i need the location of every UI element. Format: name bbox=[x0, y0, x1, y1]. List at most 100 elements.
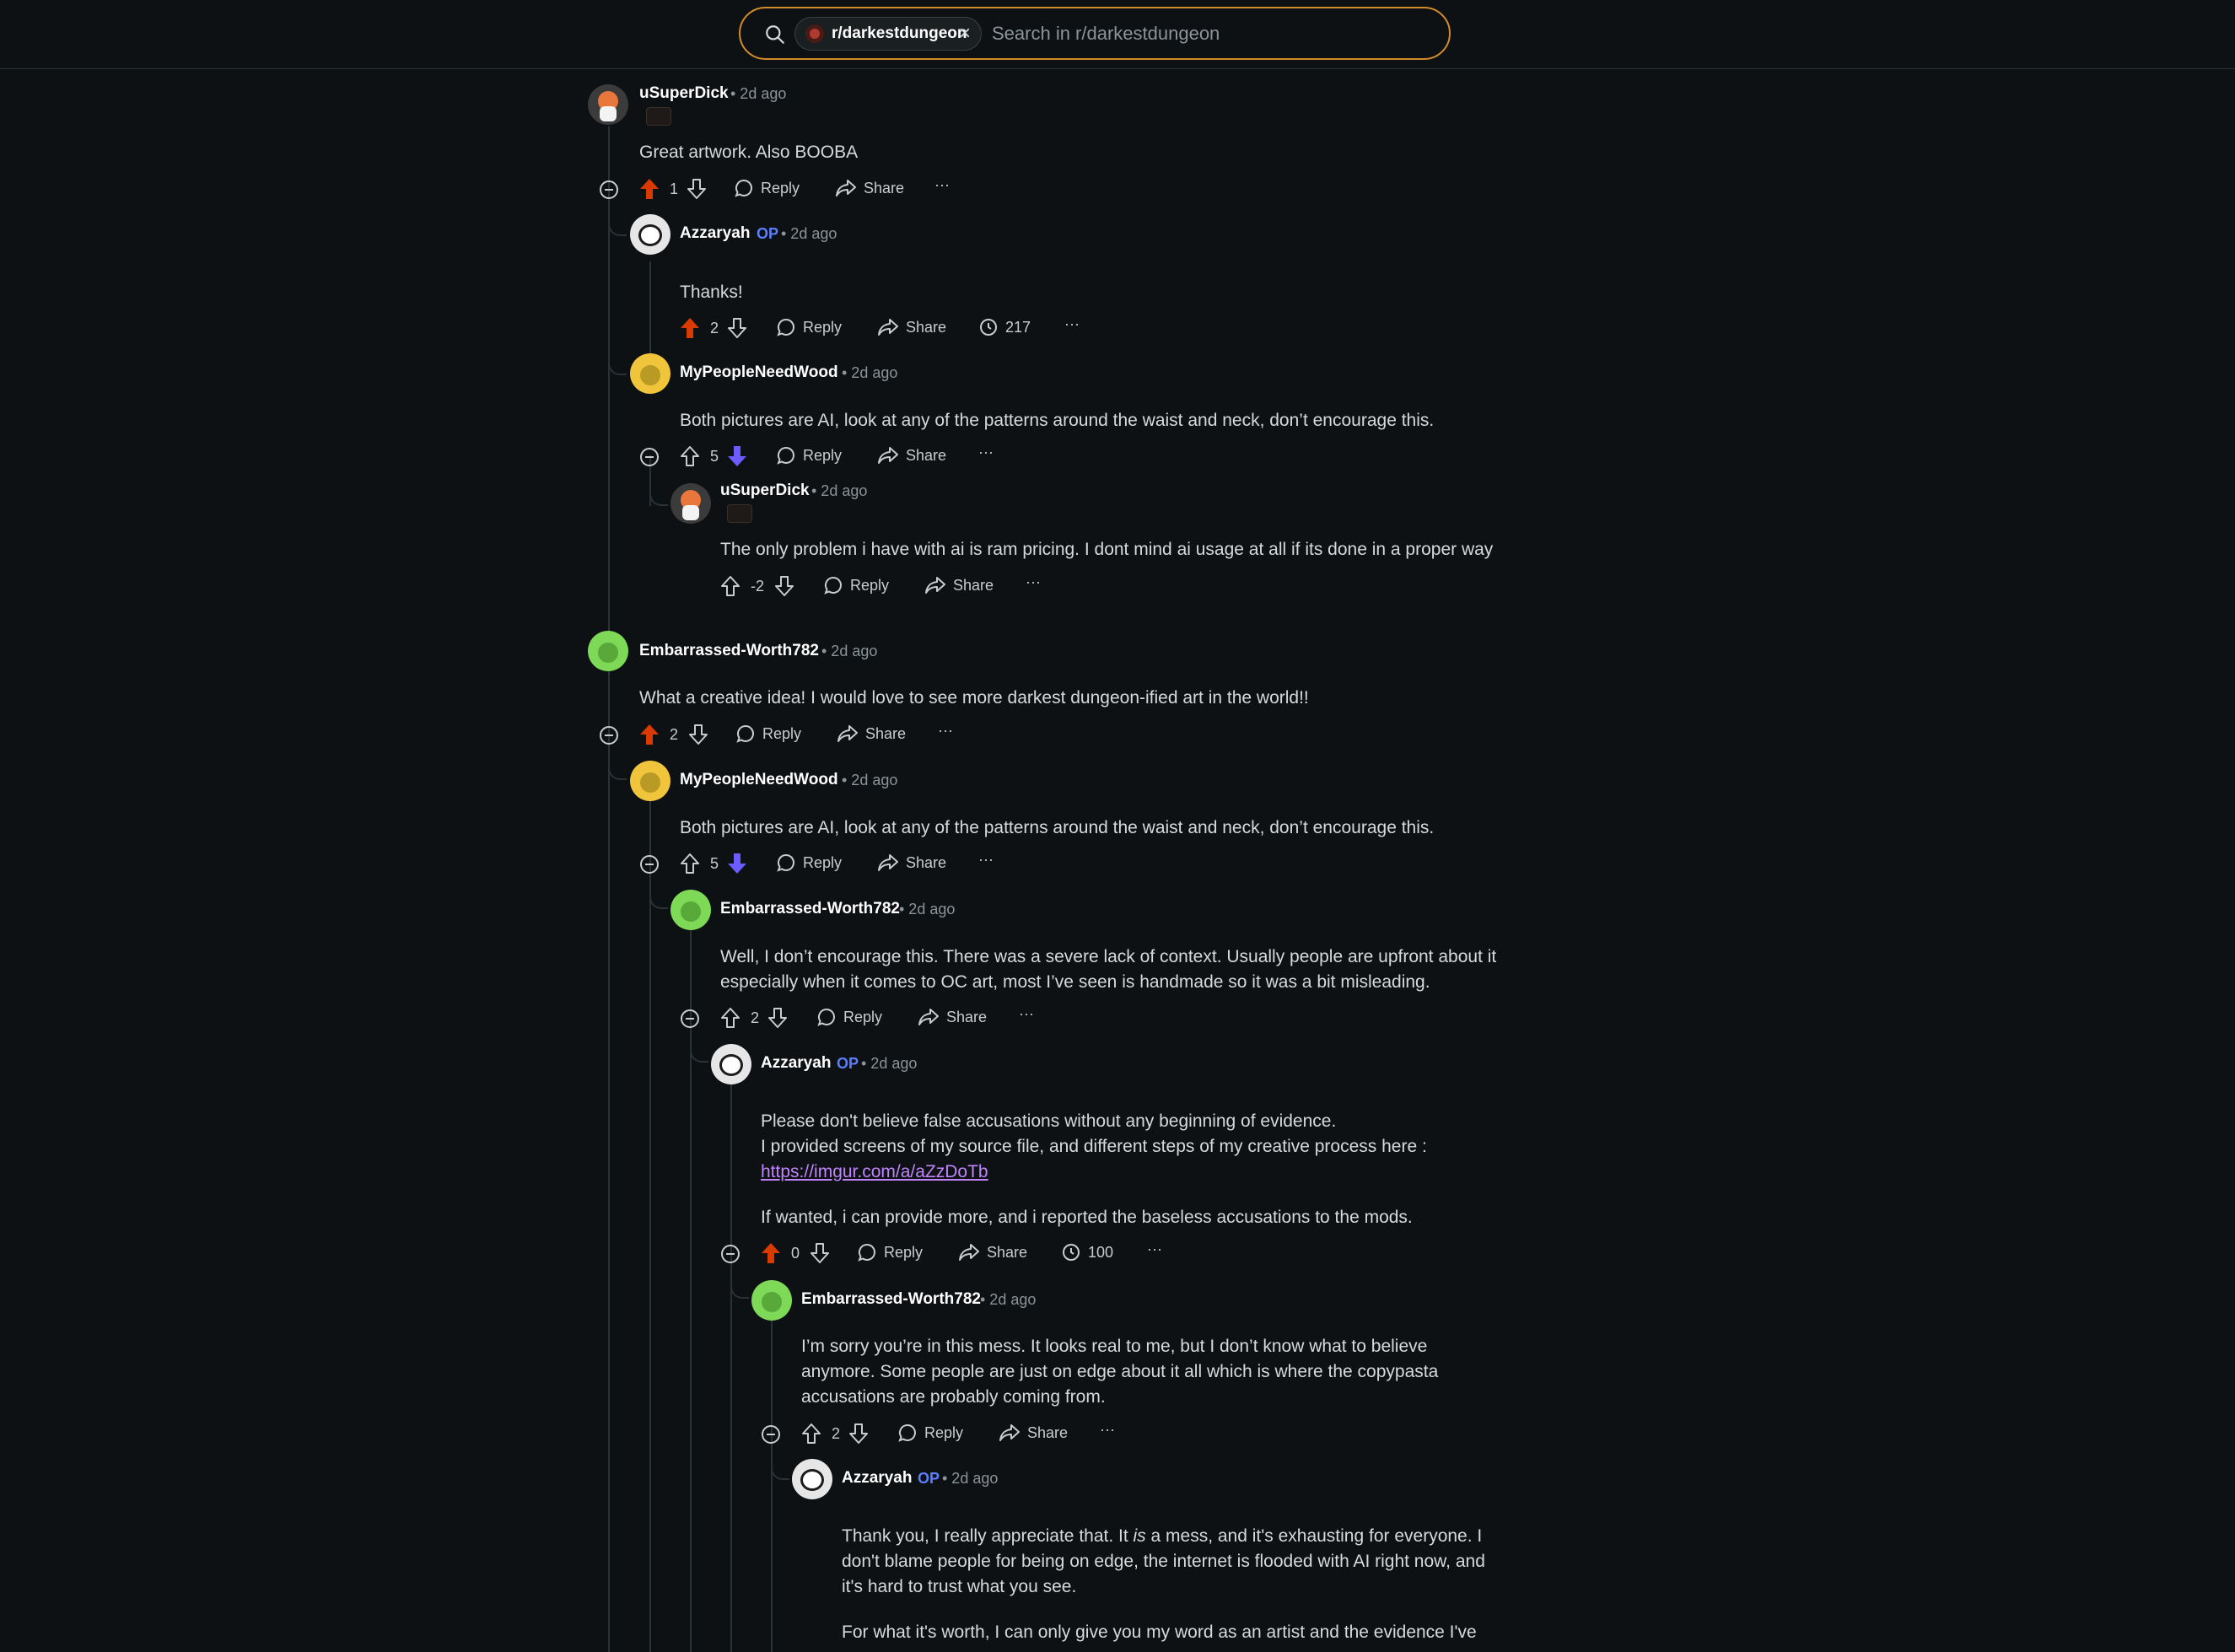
vote-count: 5 bbox=[710, 448, 719, 465]
thread-elbow bbox=[608, 211, 627, 236]
collapse-icon[interactable] bbox=[721, 1245, 740, 1263]
upvote-icon[interactable] bbox=[639, 724, 660, 745]
collapse-icon[interactable] bbox=[600, 726, 618, 745]
collapse-icon[interactable] bbox=[681, 1009, 699, 1028]
avatar[interactable] bbox=[630, 353, 670, 394]
close-icon[interactable]: × bbox=[956, 24, 974, 44]
downvote-icon[interactable] bbox=[688, 724, 708, 745]
timestamp[interactable]: • 2d ago bbox=[842, 772, 897, 789]
more-options-button[interactable]: ··· bbox=[1147, 1240, 1162, 1258]
username[interactable]: MyPeopleNeedWood bbox=[680, 771, 838, 789]
username[interactable]: Azzaryah bbox=[680, 224, 750, 243]
timestamp[interactable]: • 2d ago bbox=[980, 1291, 1036, 1309]
comment-body-line: I provided screens of my source file, an… bbox=[761, 1137, 1427, 1156]
reply-button[interactable]: Reply bbox=[735, 724, 801, 744]
timestamp[interactable]: • 2d ago bbox=[899, 901, 955, 918]
comment-body-line: https://imgur.com/a/aZzDoTb bbox=[761, 1160, 988, 1185]
username[interactable]: Embarrassed-Worth782 bbox=[639, 642, 819, 660]
comment-icon bbox=[777, 318, 794, 336]
share-button[interactable]: Share bbox=[837, 724, 906, 744]
share-button[interactable]: Share bbox=[877, 317, 946, 337]
collapse-icon[interactable] bbox=[762, 1425, 780, 1444]
more-options-button[interactable]: ··· bbox=[1064, 315, 1080, 333]
downvote-icon[interactable] bbox=[687, 178, 707, 200]
timestamp[interactable]: • 2d ago bbox=[821, 643, 877, 660]
downvote-icon[interactable] bbox=[848, 1423, 869, 1445]
share-button[interactable]: Share bbox=[877, 445, 946, 465]
timestamp[interactable]: • 2d ago bbox=[781, 225, 837, 243]
upvote-icon[interactable] bbox=[680, 317, 700, 339]
username[interactable]: Azzaryah bbox=[761, 1054, 831, 1073]
more-options-button[interactable]: ··· bbox=[938, 722, 953, 740]
insights-button[interactable]: 217 bbox=[978, 317, 1031, 337]
share-label: Share bbox=[906, 446, 947, 464]
username[interactable]: Embarrassed-Worth782 bbox=[720, 900, 900, 918]
share-button[interactable]: Share bbox=[877, 853, 946, 873]
username[interactable]: Embarrassed-Worth782 bbox=[801, 1290, 981, 1309]
downvote-icon[interactable] bbox=[810, 1242, 830, 1264]
downvote-icon[interactable] bbox=[774, 575, 794, 597]
collapse-icon[interactable] bbox=[600, 180, 618, 199]
upvote-icon[interactable] bbox=[720, 1007, 741, 1029]
more-icon: ··· bbox=[1026, 573, 1041, 590]
downvote-icon[interactable] bbox=[767, 1007, 788, 1029]
share-button[interactable]: Share bbox=[918, 1007, 987, 1027]
timestamp[interactable]: • 2d ago bbox=[861, 1055, 917, 1073]
username[interactable]: uSuperDick bbox=[720, 482, 810, 500]
upvote-icon[interactable] bbox=[720, 575, 741, 597]
avatar[interactable] bbox=[751, 1280, 792, 1321]
reply-button[interactable]: Reply bbox=[823, 575, 889, 595]
avatar[interactable] bbox=[588, 631, 628, 671]
more-options-button[interactable]: ··· bbox=[978, 444, 994, 461]
share-button[interactable]: Share bbox=[924, 575, 994, 595]
reply-button[interactable]: Reply bbox=[734, 178, 800, 198]
more-options-button[interactable]: ··· bbox=[934, 176, 950, 194]
reply-button[interactable]: Reply bbox=[897, 1423, 963, 1443]
search-input[interactable]: Search in r/darkestdungeon bbox=[992, 23, 1220, 45]
share-button[interactable]: Share bbox=[958, 1242, 1027, 1262]
username[interactable]: MyPeopleNeedWood bbox=[680, 363, 838, 382]
avatar[interactable] bbox=[792, 1459, 832, 1499]
reply-button[interactable]: Reply bbox=[776, 317, 842, 337]
more-options-button[interactable]: ··· bbox=[1026, 573, 1041, 591]
imgur-link[interactable]: https://imgur.com/a/aZzDoTb bbox=[761, 1162, 988, 1181]
reply-button[interactable]: Reply bbox=[776, 445, 842, 465]
username[interactable]: uSuperDick bbox=[639, 84, 729, 103]
more-options-button[interactable]: ··· bbox=[978, 851, 994, 869]
reply-button[interactable]: Reply bbox=[816, 1007, 882, 1027]
share-button[interactable]: Share bbox=[999, 1423, 1068, 1443]
insights-button[interactable]: 100 bbox=[1061, 1242, 1113, 1262]
timestamp[interactable]: • 2d ago bbox=[942, 1470, 998, 1488]
comment-body-line: accusations are probably coming from. bbox=[801, 1387, 1106, 1407]
share-button[interactable]: Share bbox=[835, 178, 904, 198]
search-bar[interactable]: r/darkestdungeon × Search in r/darkestdu… bbox=[739, 7, 1451, 60]
upvote-icon[interactable] bbox=[801, 1423, 821, 1445]
upvote-icon[interactable] bbox=[680, 445, 700, 467]
avatar[interactable] bbox=[630, 761, 670, 801]
timestamp[interactable]: • 2d ago bbox=[842, 364, 897, 382]
community-filter-chip[interactable]: r/darkestdungeon × bbox=[794, 17, 982, 51]
avatar[interactable] bbox=[670, 483, 711, 524]
downvote-icon[interactable] bbox=[727, 853, 747, 874]
timestamp[interactable]: • 2d ago bbox=[730, 85, 786, 103]
avatar[interactable] bbox=[630, 214, 670, 255]
share-label: Share bbox=[906, 318, 947, 336]
downvote-icon[interactable] bbox=[727, 317, 747, 339]
username[interactable]: Azzaryah bbox=[842, 1469, 912, 1488]
collapse-icon[interactable] bbox=[640, 448, 659, 466]
more-options-button[interactable]: ··· bbox=[1019, 1005, 1034, 1023]
upvote-icon[interactable] bbox=[639, 178, 660, 200]
upvote-icon[interactable] bbox=[680, 853, 700, 874]
vote-count: 2 bbox=[670, 726, 679, 743]
avatar[interactable] bbox=[670, 890, 711, 930]
collapse-icon[interactable] bbox=[640, 855, 659, 874]
reply-button[interactable]: Reply bbox=[776, 853, 842, 873]
avatar[interactable] bbox=[711, 1044, 751, 1084]
timestamp[interactable]: • 2d ago bbox=[811, 482, 867, 500]
reply-button[interactable]: Reply bbox=[857, 1242, 923, 1262]
avatar[interactable] bbox=[588, 84, 628, 125]
text-span: a mess, and it's exhausting for everyone… bbox=[1145, 1526, 1483, 1546]
downvote-icon[interactable] bbox=[727, 445, 747, 467]
more-options-button[interactable]: ··· bbox=[1100, 1421, 1115, 1439]
upvote-icon[interactable] bbox=[761, 1242, 781, 1264]
